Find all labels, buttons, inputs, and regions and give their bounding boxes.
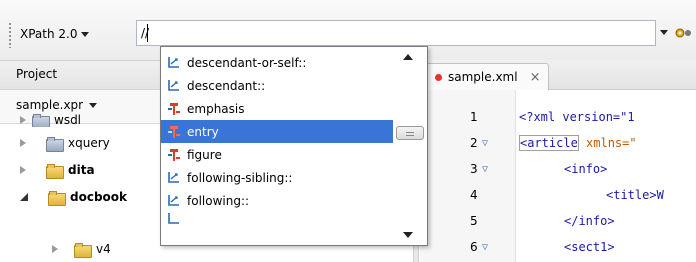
chevron-down-icon <box>81 31 90 37</box>
folder-icon <box>32 113 50 127</box>
collapse-icon[interactable] <box>20 193 28 201</box>
expand-icon[interactable] <box>20 166 26 174</box>
xpath-version-selector[interactable]: XPath 2.0 <box>20 24 90 44</box>
element-icon <box>168 125 180 138</box>
code-line: 2 ▽ <article xmlns=" <box>420 130 696 156</box>
fold-toggle-icon[interactable]: ▽ <box>482 164 488 175</box>
code-line: 3 ▽ <info> <box>420 156 696 182</box>
element-icon <box>168 148 180 161</box>
xpath-version-label: XPath 2.0 <box>20 27 78 41</box>
axis-icon <box>168 57 179 68</box>
tree-item-label: v4 <box>96 242 111 256</box>
tree-item[interactable]: docbook <box>20 184 127 210</box>
code-line: 1 <?xml version="1 <box>420 104 696 130</box>
autocomplete-list: descendant-or-self:: descendant:: emphas… <box>161 47 393 245</box>
autocomplete-item-label: following-sibling:: <box>187 170 293 185</box>
code-text: <info> <box>564 162 608 176</box>
tree-item[interactable]: wsdl <box>20 113 81 127</box>
tree-item-label: dita <box>68 163 95 177</box>
autocomplete-item-label: descendant-or-self:: <box>187 55 307 70</box>
scroll-up-icon[interactable] <box>403 54 413 60</box>
autocomplete-item-label: emphasis <box>187 101 245 116</box>
tree-item-label: xquery <box>68 136 110 150</box>
code-text: <title>W <box>606 188 664 202</box>
toolbar-grip[interactable] <box>8 22 12 48</box>
folder-icon <box>46 163 64 179</box>
project-selector-label: sample.xpr <box>16 98 84 112</box>
code-text: <sect1> <box>564 240 615 254</box>
modified-indicator-icon <box>435 73 442 81</box>
autocomplete-scrollbar[interactable] <box>394 47 427 245</box>
autocomplete-item-partial[interactable] <box>161 212 393 224</box>
axis-icon <box>168 212 179 224</box>
scroll-down-icon[interactable] <box>403 232 413 238</box>
axis-icon <box>168 195 179 206</box>
settings-gear-icon[interactable] <box>673 24 695 42</box>
line-number: 5 <box>470 214 478 228</box>
scrollbar-thumb[interactable] <box>396 126 424 140</box>
expand-icon[interactable] <box>20 116 26 124</box>
autocomplete-item[interactable]: descendant:: <box>161 74 393 97</box>
autocomplete-item-label: figure <box>187 147 222 162</box>
close-icon[interactable]: × <box>530 70 541 85</box>
code-line: 4 <title>W <box>420 182 696 208</box>
xpath-history-dropdown-icon[interactable] <box>660 30 668 35</box>
fold-toggle-icon[interactable]: ▽ <box>482 138 488 149</box>
code-line: 6 ▽ <sect1> <box>420 234 696 260</box>
autocomplete-item[interactable]: descendant-or-self:: <box>161 51 393 74</box>
autocomplete-item[interactable]: following-sibling:: <box>161 166 393 189</box>
line-number: 1 <box>470 110 478 124</box>
code-text: <?xml version="1 <box>519 110 635 124</box>
chevron-down-icon <box>89 103 98 108</box>
tree-item-label: docbook <box>70 190 128 204</box>
fold-toggle-icon[interactable]: ▽ <box>482 242 488 253</box>
autocomplete-item-selected[interactable]: entry <box>161 120 393 143</box>
tab-label: sample.xml <box>448 70 518 84</box>
code-text: <article xmlns=" <box>519 135 637 151</box>
tab-sample-xml[interactable]: sample.xml × <box>426 63 550 90</box>
line-number: 4 <box>470 188 478 202</box>
expand-icon[interactable] <box>20 139 26 147</box>
folder-icon <box>48 190 66 206</box>
code-text: </info> <box>564 214 615 228</box>
project-panel-header: Project <box>0 60 160 90</box>
tree-item[interactable]: dita <box>20 157 95 183</box>
expand-icon[interactable] <box>52 245 58 253</box>
folder-icon <box>74 242 92 258</box>
autocomplete-item-label: entry <box>187 124 219 139</box>
autocomplete-item[interactable]: figure <box>161 143 393 166</box>
code-line: 5 </info> <box>420 208 696 234</box>
axis-icon <box>168 172 179 183</box>
autocomplete-item-label: descendant:: <box>187 78 266 93</box>
tree-item[interactable]: xquery <box>20 130 110 156</box>
autocomplete-item-label: following:: <box>187 193 250 208</box>
folder-icon <box>46 136 64 152</box>
xpath-input[interactable] <box>136 20 656 46</box>
element-icon <box>168 102 180 115</box>
axis-icon <box>168 80 179 91</box>
project-panel-title: Project <box>16 67 58 81</box>
autocomplete-item[interactable]: emphasis <box>161 97 393 120</box>
text-caret <box>147 24 148 42</box>
tree-item-label: wsdl <box>54 113 82 127</box>
autocomplete-item[interactable]: following:: <box>161 189 393 212</box>
tree-item[interactable]: v4 <box>52 236 111 262</box>
